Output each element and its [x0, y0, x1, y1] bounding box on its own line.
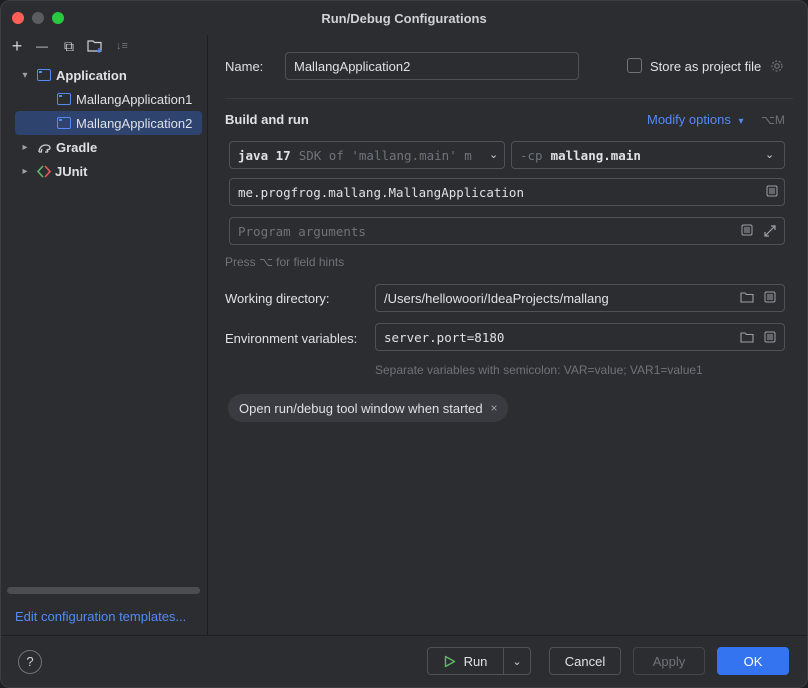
cp-module: mallang.main: [550, 147, 641, 163]
chevron-right-icon[interactable]: ▸: [19, 142, 31, 153]
tree-item-mallangapplication1[interactable]: MallangApplication1: [53, 87, 203, 111]
configuration-editor: Name: MallangApplication2 Store as proje…: [209, 35, 807, 635]
tree-item-junit[interactable]: ▸ JUnit: [19, 159, 88, 183]
expand-text-icon[interactable]: [763, 331, 777, 345]
apply-button[interactable]: Apply: [633, 647, 705, 675]
name-field[interactable]: MallangApplication2: [285, 52, 579, 80]
environment-variables-label: Environment variables:: [225, 331, 358, 346]
play-icon: [444, 655, 456, 668]
maximize-icon[interactable]: [763, 224, 777, 238]
edit-configuration-templates-link[interactable]: Edit configuration templates...: [15, 609, 186, 624]
chevron-down-icon[interactable]: ⌄: [486, 148, 499, 161]
separator: [225, 98, 793, 99]
jdk-select[interactable]: java 17 SDK of 'mallang.main' m: [229, 141, 505, 169]
window-title: Run/Debug Configurations: [321, 11, 487, 26]
working-directory-label: Working directory:: [225, 291, 330, 306]
run-split-button: Run ⌄: [427, 647, 531, 675]
gradle-icon: [37, 141, 52, 154]
application-icon: [37, 69, 51, 81]
open-tool-window-option-tag[interactable]: Open run/debug tool window when started …: [228, 394, 508, 422]
environment-variables-hint: Separate variables with semicolon: VAR=v…: [375, 363, 703, 377]
working-directory-field[interactable]: /Users/hellowoori/IdeaProjects/mallang: [375, 284, 785, 312]
application-icon: [57, 93, 71, 105]
classpath-module-select[interactable]: -cp mallang.main: [511, 141, 785, 169]
sidebar-toolbar: + — ⧉ ↓≡: [1, 35, 207, 57]
modify-options-label: Modify options: [647, 112, 731, 127]
chevron-down-icon[interactable]: ⌄: [504, 655, 530, 668]
folder-icon[interactable]: [740, 291, 754, 305]
environment-variables-field[interactable]: server.port=8180: [375, 323, 785, 351]
cancel-button[interactable]: Cancel: [549, 647, 621, 675]
chevron-down-icon[interactable]: ▾: [19, 70, 31, 81]
run-debug-dialog: Run/Debug Configurations + — ⧉ ↓≡ ▾ Appl…: [0, 0, 808, 688]
build-and-run-heading: Build and run: [225, 112, 309, 127]
add-icon[interactable]: +: [9, 37, 25, 55]
chevron-down-icon: ▾: [738, 116, 744, 127]
ok-button[interactable]: OK: [717, 647, 789, 675]
chevron-down-icon[interactable]: ⌄: [765, 148, 774, 161]
application-icon: [57, 117, 71, 129]
main-class-value: me.progfrog.mallang.MallangApplication: [238, 184, 524, 200]
environment-variables-value: server.port=8180: [384, 329, 505, 345]
run-button[interactable]: Run: [428, 648, 504, 674]
program-arguments-field[interactable]: Program arguments: [229, 217, 785, 245]
program-arguments-placeholder: Program arguments: [238, 223, 366, 239]
run-button-label: Run: [463, 653, 488, 669]
expand-text-icon[interactable]: [740, 224, 754, 238]
dialog-footer: ? Run ⌄ Cancel Apply OK: [1, 635, 807, 687]
tree-item-label: MallangApplication1: [76, 91, 193, 107]
new-folder-icon[interactable]: [87, 38, 103, 54]
configurations-sidebar: + — ⧉ ↓≡ ▾ Application MallangApplicatio…: [1, 35, 208, 635]
gear-icon[interactable]: [770, 59, 784, 73]
sort-icon[interactable]: ↓≡: [114, 38, 130, 54]
horizontal-scrollbar[interactable]: [7, 587, 200, 594]
field-hints-text: Press ⌥ for field hints: [225, 255, 345, 269]
modify-options-shortcut: ⌥M: [761, 113, 785, 127]
name-value: MallangApplication2: [294, 58, 411, 74]
junit-icon: [37, 164, 51, 178]
copy-icon[interactable]: ⧉: [61, 38, 77, 54]
working-directory-value: /Users/hellowoori/IdeaProjects/mallang: [384, 290, 609, 306]
tree-item-label: Gradle: [56, 139, 98, 155]
store-as-project-file-checkbox[interactable]: [627, 58, 642, 73]
title-bar: Run/Debug Configurations: [1, 1, 807, 35]
tree-item-label: JUnit: [55, 163, 88, 179]
tree-item-label: MallangApplication2: [76, 115, 193, 131]
modify-options-link[interactable]: Modify options ▾: [647, 112, 743, 127]
tree-item-label: Application: [56, 67, 127, 83]
tree-item-mallangapplication2[interactable]: MallangApplication2: [15, 111, 202, 135]
chevron-right-icon[interactable]: ▸: [19, 166, 31, 177]
tree-item-application[interactable]: ▾ Application: [19, 63, 127, 87]
remove-icon[interactable]: —: [34, 38, 50, 54]
jdk-description: SDK of 'mallang.main' m: [298, 147, 472, 163]
name-label: Name:: [225, 59, 264, 74]
tree-item-gradle[interactable]: ▸ Gradle: [19, 135, 97, 159]
expand-text-icon[interactable]: [765, 185, 779, 199]
jdk-version: java 17: [238, 147, 291, 163]
cp-flag: -cp: [520, 147, 543, 163]
close-icon[interactable]: ×: [491, 401, 498, 415]
help-button[interactable]: ?: [18, 650, 42, 674]
folder-icon[interactable]: [740, 331, 754, 345]
expand-text-icon[interactable]: [763, 291, 777, 305]
main-class-field[interactable]: me.progfrog.mallang.MallangApplication: [229, 178, 785, 206]
tag-label: Open run/debug tool window when started: [239, 400, 483, 416]
store-as-project-file-label: Store as project file: [650, 59, 762, 74]
